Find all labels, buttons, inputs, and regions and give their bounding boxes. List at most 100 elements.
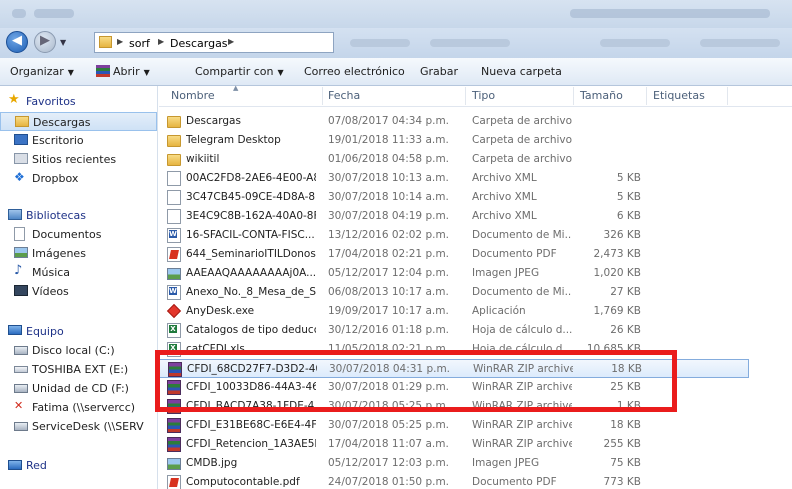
downloads-folder-icon [15,116,29,127]
file-row[interactable]: 16-SFACIL-CONTA-FISC... 13/12/2016 02:02 … [159,226,749,245]
folder-icon [167,135,181,147]
column-header-row: Nombre ▲ Fecha Tipo Tamaño Etiquetas [159,84,792,107]
word-file-icon [167,228,181,243]
xml-file-icon [167,209,181,224]
chevron-right-icon[interactable]: ▶ [117,37,123,46]
nav-item-documentos[interactable]: Documentos [0,225,157,244]
file-size: 773 KB [603,476,641,488]
blurred-region [600,39,670,47]
file-size: 326 KB [603,229,641,241]
nav-favorites[interactable]: ★ Favoritos [0,92,157,111]
file-row[interactable]: Computocontable.pdf 24/07/2018 01:50 p.m.… [159,473,749,489]
nav-item-servicedesk[interactable]: ServiceDesk (\\SERV [0,417,157,436]
blurred-region [350,39,410,47]
blurred-region [430,39,510,47]
file-name: Telegram Desktop [186,134,281,146]
file-name: CMDB.jpg [186,457,238,469]
breadcrumb-sorf[interactable]: sorf [129,37,150,50]
organize-button[interactable]: Organizar ▼ [10,65,74,78]
nav-item-descargas[interactable]: Descargas [0,112,157,131]
folder-icon [99,36,112,48]
file-date: 17/04/2018 02:21 p.m. [328,248,450,260]
file-row[interactable]: CMDB.jpg 05/12/2017 12:03 p.m. Imagen JPEG… [159,454,749,473]
nav-item-unidad-cd[interactable]: Unidad de CD (F:) [0,379,157,398]
file-row[interactable]: 3C47CB45-09CE-4D8A-8E... 30/07/2018 10:14… [159,188,749,207]
column-header-date[interactable]: Fecha [328,89,360,102]
file-date: 05/12/2017 12:04 p.m. [328,267,450,279]
file-row[interactable]: AnyDesk.exe 19/09/2017 10:17 a.m. Aplicaci… [159,302,749,321]
file-row[interactable]: Catalogos de tipo deducc... 30/12/2016 01… [159,321,749,340]
pdf-file-icon [167,475,181,489]
column-header-type[interactable]: Tipo [472,89,495,102]
open-button[interactable]: Abrir ▼ [96,65,150,78]
column-divider[interactable] [573,87,574,105]
window-icon [12,9,26,18]
nav-network[interactable]: Red [0,456,157,475]
nav-item-imagenes[interactable]: Imágenes [0,244,157,263]
nav-item-disco-local[interactable]: Disco local (C:) [0,341,157,360]
breadcrumb-descargas[interactable]: Descargas [170,37,228,50]
file-type: Imagen JPEG [472,457,540,469]
file-type: WinRAR ZIP archive [472,438,572,450]
nav-item-dropbox[interactable]: ❖ Dropbox [0,169,157,188]
highlight-box [155,350,677,412]
hard-drive-icon [14,346,28,355]
recent-places-icon [14,153,28,164]
file-list: Nombre ▲ Fecha Tipo Tamaño Etiquetas Des… [159,84,792,489]
rar-file-icon [167,418,181,433]
nav-item-fatima[interactable]: ✕ Fatima (\\servercc) [0,398,157,417]
chevron-right-icon[interactable]: ▶ [228,37,234,46]
share-button[interactable]: Compartir con ▼ [195,65,284,78]
new-folder-button[interactable]: Nueva carpeta [481,65,562,78]
music-icon: ♪ [14,263,23,278]
nav-item-toshiba[interactable]: TOSHIBA EXT (E:) [0,360,157,379]
address-bar[interactable]: ▶ sorf ▶ Descargas ▶ [94,32,334,53]
column-header-tags[interactable]: Etiquetas [653,89,705,102]
nav-item-sitios-recientes[interactable]: Sitios recientes [0,150,157,169]
file-row[interactable]: CFDI_Retencion_1A3AE5F... 17/04/2018 11:0… [159,435,749,454]
file-row[interactable]: 644_SeminarioITILDonost... 17/04/2018 02:… [159,245,749,264]
external-drive-icon [14,366,28,373]
nav-item-musica[interactable]: ♪ Música [0,263,157,282]
file-date: 05/12/2017 12:03 p.m. [328,457,450,469]
recent-pages-chevron-icon[interactable]: ▼ [60,38,66,47]
nav-computer[interactable]: Equipo [0,322,157,341]
file-row[interactable]: 00AC2FD8-2AE6-4E00-A8... 30/07/2018 10:13… [159,169,749,188]
blurred-region [700,39,780,47]
forward-button[interactable]: ▶ [34,31,56,53]
file-name: AAEAAQAAAAAAAAj0A... [186,267,316,279]
file-date: 19/01/2018 11:33 a.m. [328,134,449,146]
column-divider[interactable] [465,87,466,105]
file-row[interactable]: Anexo_No._8_Mesa_de_S... 06/08/2013 10:17… [159,283,749,302]
file-row[interactable]: AAEAAQAAAAAAAAj0A... 05/12/2017 12:04 p.m… [159,264,749,283]
file-name: 3E4C9C8B-162A-40A0-8F... [186,210,316,222]
column-header-name[interactable]: Nombre [171,89,215,102]
file-row[interactable]: Telegram Desktop 19/01/2018 11:33 a.m. Car… [159,131,749,150]
file-size: 1,020 KB [593,267,642,279]
file-name: 16-SFACIL-CONTA-FISC... [186,229,315,241]
nav-item-escritorio[interactable]: Escritorio [0,131,157,150]
column-divider[interactable] [727,87,728,105]
column-divider[interactable] [646,87,647,105]
file-row[interactable]: CFDI_E31BE68C-E6E4-4FD... 30/07/2018 05:2… [159,416,749,435]
file-row[interactable]: wikiitil 01/06/2018 04:58 p.m. Carpeta de … [159,150,749,169]
title-bar [0,0,792,28]
column-divider[interactable] [322,87,323,105]
network-drive-icon [14,422,28,431]
file-name: 3C47CB45-09CE-4D8A-8E... [186,191,316,203]
nav-libraries[interactable]: Bibliotecas [0,206,157,225]
email-button[interactable]: Correo electrónico [304,65,405,78]
nav-item-videos[interactable]: Vídeos [0,282,157,301]
file-type: Imagen JPEG [472,267,540,279]
back-button[interactable]: ◀ [6,31,28,53]
back-arrow-icon: ◀ [12,33,22,48]
file-size: 18 KB [610,419,641,431]
file-type: Archivo XML [472,210,537,222]
chevron-right-icon[interactable]: ▶ [158,37,164,46]
column-header-size[interactable]: Tamaño [580,89,623,102]
file-type: Aplicación [472,305,526,317]
file-name: CFDI_Retencion_1A3AE5F... [186,438,316,450]
file-row[interactable]: 3E4C9C8B-162A-40A0-8F... 30/07/2018 04:19… [159,207,749,226]
burn-button[interactable]: Grabar [420,65,458,78]
file-row[interactable]: Descargas 07/08/2017 04:34 p.m. Carpeta de… [159,112,749,131]
